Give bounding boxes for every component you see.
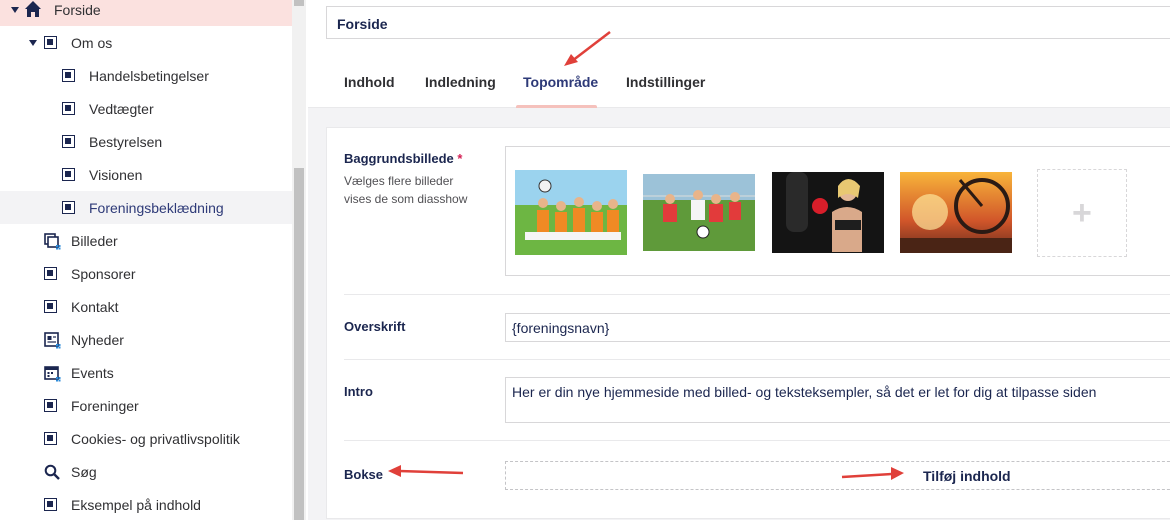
divider [344, 359, 1170, 360]
tree-item-billeder[interactable]: Billeder [0, 224, 292, 257]
document-icon [44, 432, 57, 445]
document-icon [62, 168, 75, 181]
tree-item-label: Om os [71, 35, 113, 51]
tree-item-label: Søg [71, 464, 97, 480]
sidebar-scrollbar-thumb[interactable] [294, 168, 304, 520]
sidebar-scrollbar-top [294, 0, 304, 6]
tree-item-cookies[interactable]: Cookies- og privatlivspolitik [0, 422, 292, 455]
tree-item-foreninger[interactable]: Foreninger [0, 389, 292, 422]
tab-topomraade[interactable]: Topområde [523, 74, 598, 90]
tree-item-label: Handelsbetingelser [89, 68, 209, 84]
document-icon [44, 498, 57, 511]
tree-item-label: Cookies- og privatlivspolitik [71, 431, 240, 447]
home-icon [25, 1, 41, 17]
tree-item-kontakt[interactable]: Kontakt [0, 290, 292, 323]
tree-item-label: Nyheder [71, 332, 124, 348]
property-label-background: Baggrundsbillede * [344, 151, 462, 166]
content-tree: Forside Om os Handelsbetingelser Vedtægt… [0, 0, 292, 520]
divider [344, 294, 1170, 295]
tree-item-handelsbetingelser[interactable]: Handelsbetingelser [0, 59, 292, 92]
editor-pane: Forside Indhold Indledning Topområde Ind… [308, 0, 1170, 520]
tree-item-om-os[interactable]: Om os [0, 26, 292, 59]
document-icon [62, 201, 75, 214]
tab-indstillinger[interactable]: Indstillinger [626, 74, 705, 90]
tree-item-events[interactable]: Events [0, 356, 292, 389]
add-content-button[interactable]: Tilføj indhold [505, 461, 1170, 490]
tab-indhold[interactable]: Indhold [344, 74, 395, 90]
headline-input[interactable]: {foreningsnavn} [505, 313, 1170, 342]
gallery-icon [44, 233, 61, 250]
add-image-button[interactable]: + [1037, 169, 1127, 257]
caret-down-icon[interactable] [11, 7, 19, 13]
tree-item-label: Vedtægter [89, 101, 154, 117]
active-tab-indicator [516, 105, 597, 108]
intro-textarea[interactable]: Her er din nye hjemmeside med billed- og… [505, 377, 1170, 423]
calendar-icon [44, 366, 61, 382]
property-label-boxes: Bokse [344, 467, 384, 482]
properties-panel: Baggrundsbillede * Vælges flere billeder… [326, 127, 1170, 519]
tree-item-label: Bestyrelsen [89, 134, 163, 150]
divider [344, 440, 1170, 441]
tree-item-label: Sponsorer [71, 266, 136, 282]
tree-item-visionen[interactable]: Visionen [0, 158, 292, 191]
tree-item-forside[interactable]: Forside [0, 0, 292, 26]
document-icon [44, 300, 57, 313]
tree-item-label: Foreninger [71, 398, 139, 414]
property-label-intro: Intro [344, 384, 373, 399]
property-label-text: Baggrundsbillede [344, 151, 454, 166]
tree-item-label: Foreningsbeklædning [89, 200, 224, 216]
tree-item-label: Events [71, 365, 114, 381]
document-icon [44, 399, 57, 412]
tree-item-bestyrelsen[interactable]: Bestyrelsen [0, 125, 292, 158]
image-kids-football-team[interactable] [515, 170, 627, 255]
tree-item-label: Kontakt [71, 299, 119, 315]
tree-item-label: Visionen [89, 167, 143, 183]
property-description: Vælges flere billeder vises de som diass… [344, 174, 468, 206]
tree-item-label: Forside [54, 2, 101, 18]
editor-header: Forside Indhold Indledning Topområde Ind… [308, 0, 1170, 108]
document-icon [44, 267, 57, 280]
annotation-arrow [564, 31, 611, 66]
tree-item-eksempel[interactable]: Eksempel på indhold [0, 488, 292, 520]
annotation-arrow [841, 467, 904, 480]
node-name-input[interactable]: Forside [326, 6, 1170, 39]
plus-icon: + [1072, 194, 1092, 232]
search-icon [44, 464, 60, 480]
document-icon [44, 36, 57, 49]
image-cyclist-sunset[interactable] [900, 172, 1012, 253]
tree-item-label: Billeder [71, 233, 118, 249]
tree-item-foreningsbeklaedning[interactable]: Foreningsbeklædning [0, 191, 292, 224]
tree-item-nyheder[interactable]: Nyheder [0, 323, 292, 356]
add-content-label: Tilføj indhold [923, 468, 1011, 484]
caret-down-icon[interactable] [29, 40, 37, 46]
tree-item-soeg[interactable]: Søg [0, 455, 292, 488]
document-icon [62, 135, 75, 148]
news-icon [44, 332, 61, 349]
document-icon [62, 69, 75, 82]
tab-indledning[interactable]: Indledning [425, 74, 496, 90]
tree-item-label: Eksempel på indhold [71, 497, 201, 513]
annotation-arrow [388, 465, 464, 477]
tree-item-vedtaegter[interactable]: Vedtægter [0, 92, 292, 125]
required-marker: * [457, 151, 463, 166]
image-kids-football-match[interactable] [643, 174, 755, 251]
media-picker: + [505, 146, 1170, 276]
document-icon [62, 102, 75, 115]
tree-item-sponsorer[interactable]: Sponsorer [0, 257, 292, 290]
property-label-headline: Overskrift [344, 319, 406, 334]
image-woman-boxing[interactable] [772, 172, 884, 253]
